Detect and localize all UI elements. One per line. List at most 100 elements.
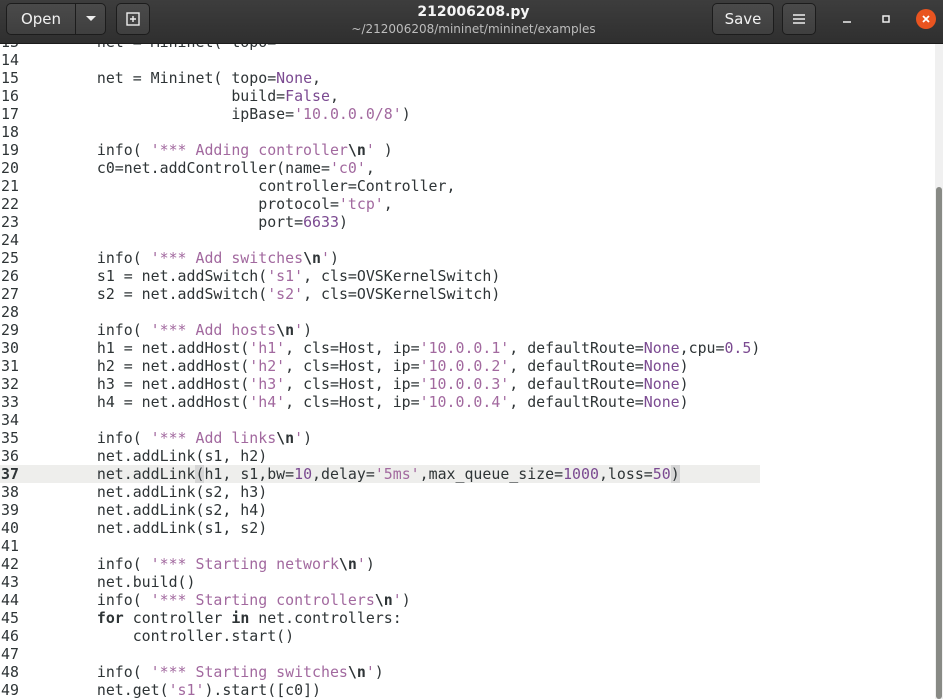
code-line[interactable]: 40 net.addLink(s1, s2) [0,519,760,537]
code-token: in [231,609,250,627]
code-token: ) [365,555,375,573]
code-token: ' [321,249,330,267]
line-number: 43 [1,573,19,591]
code-token: controller [123,609,232,627]
line-number: 45 [1,609,19,627]
open-button[interactable]: Open [6,3,76,35]
code-line[interactable]: 20 c0=net.addController(name='c0', [0,159,760,177]
save-button-label: Save [724,10,762,28]
vertical-scrollbar[interactable] [935,44,943,699]
line-number: 32 [1,375,19,393]
code-line[interactable]: 14 [0,51,760,69]
open-menu-button[interactable] [75,3,106,35]
scrollbar-thumb[interactable] [936,187,942,699]
maximize-button[interactable] [876,9,896,29]
code-token: ' [294,429,304,447]
code-token: \n [374,591,393,609]
code-line[interactable]: 22 protocol='tcp', [0,195,760,213]
hamburger-menu-button[interactable] [782,3,816,35]
code-line[interactable]: 39 net.addLink(s2, h4) [0,501,760,519]
line-number: 34 [1,411,19,429]
code-token: 's2' [267,285,304,303]
code-token: '*** Adding controller [150,141,348,159]
code-line[interactable]: 36 net.addLink(s1, h2) [0,447,760,465]
code-line[interactable]: 34 [0,411,760,429]
code-line[interactable]: 37 net.addLink(h1, s1,bw=10,delay='5ms',… [0,465,761,483]
code-token: '*** Starting network [150,555,339,573]
code-line[interactable]: 44 info( '*** Starting controllers\n') [0,591,760,609]
code-token: ' [365,663,375,681]
code-token: 50 [652,465,671,483]
code-line[interactable]: 48 info( '*** Starting switches\n') [0,663,760,681]
code-line[interactable]: 15 net = Mininet( topo=None, [0,69,760,87]
code-token: h3 = net.addHost( [61,375,250,393]
code-token: \n [338,555,357,573]
code-line[interactable]: 38 net.addLink(s2, h3) [0,483,760,501]
code-line[interactable]: 29 info( '*** Add hosts\n') [0,321,760,339]
code-line[interactable]: 49 net.get('s1').start([c0]) [0,681,760,699]
code-token: , cls=OVSKernelSwitch) [303,267,501,285]
minimize-button[interactable] [837,9,857,29]
code-line[interactable]: 27 s2 = net.addSwitch('s2', cls=OVSKerne… [0,285,760,303]
code-line[interactable]: 31 h2 = net.addHost('h2', cls=Host, ip='… [0,357,760,375]
code-token: 'h3' [249,375,286,393]
code-line[interactable]: 21 controller=Controller, [0,177,760,195]
code-line[interactable]: 16 build=False, [0,87,760,105]
code-token: ' [356,555,366,573]
code-token: ) [338,213,348,231]
code-token: info( [61,429,151,447]
code-token: net.get( [61,681,169,699]
code-token: ) [303,429,313,447]
code-line[interactable]: 47 [0,645,760,663]
code-line[interactable]: 13 net = Mininet( topo= [0,44,760,51]
code-token: ).start([c0]) [204,681,322,699]
code-token: 's1' [168,681,205,699]
open-button-label: Open [20,10,62,28]
code-token: net.addLink(s2, h3) [61,483,268,501]
code-line[interactable]: 24 [0,231,760,249]
save-button[interactable]: Save [712,3,774,35]
line-number: 13 [0,44,61,51]
code-token: protocol= [61,195,339,213]
code-line[interactable]: 42 info( '*** Starting network\n') [0,555,760,573]
code-line[interactable]: 23 port=6633) [0,213,760,231]
code-token: \n [276,429,295,447]
code-token: ) [303,321,313,339]
code-token: ) [329,249,339,267]
chevron-down-icon [85,16,96,21]
code-line[interactable]: 28 [0,303,760,321]
code-line[interactable]: 41 [0,537,760,555]
code-line[interactable]: 33 h4 = net.addHost('h4', cls=Host, ip='… [0,393,760,411]
code-line[interactable]: 25 info( '*** Add switches\n') [0,249,760,267]
code-line[interactable]: 32 h3 = net.addHost('h3', cls=Host, ip='… [0,375,760,393]
line-number: 22 [1,195,19,213]
line-number: 44 [1,591,19,609]
code-line[interactable]: 43 net.build() [0,573,760,591]
window-title: 212006208.py [417,4,530,20]
code-line[interactable]: 17 ipBase='10.0.0.0/8') [0,105,760,123]
code-token: ' [392,591,402,609]
code-token: info( [61,663,151,681]
code-line[interactable]: 19 info( '*** Adding controller\n' ) [0,141,760,159]
code-token: \n [347,663,366,681]
code-token: net = Mininet( topo= [61,69,277,87]
code-token: build= [61,87,286,105]
code-line[interactable]: 30 h1 = net.addHost('h1', cls=Host, ip='… [0,339,760,357]
code-token: 'h4' [249,393,286,411]
line-number: 35 [1,429,19,447]
code-line[interactable]: 26 s1 = net.addSwitch('s1', cls=OVSKerne… [0,267,760,285]
close-button[interactable] [916,9,936,29]
code-line[interactable]: 45 for controller in net.controllers: [0,609,760,627]
code-token: , defaultRoute= [509,357,644,375]
code-token: net.addLink(s1, h2) [61,447,268,465]
code-token: '10.0.0.3' [419,375,510,393]
code-line[interactable]: 18 [0,123,760,141]
code-line[interactable]: 35 info( '*** Add links\n') [0,429,760,447]
code-token: ) [670,465,680,483]
code-line[interactable]: 46 controller.start() [0,627,760,645]
code-editor[interactable]: 13 net = Mininet( topo=1415 net = Minine… [0,44,935,699]
line-number: 24 [1,231,19,249]
line-number: 29 [1,321,19,339]
new-tab-button[interactable] [116,3,150,35]
